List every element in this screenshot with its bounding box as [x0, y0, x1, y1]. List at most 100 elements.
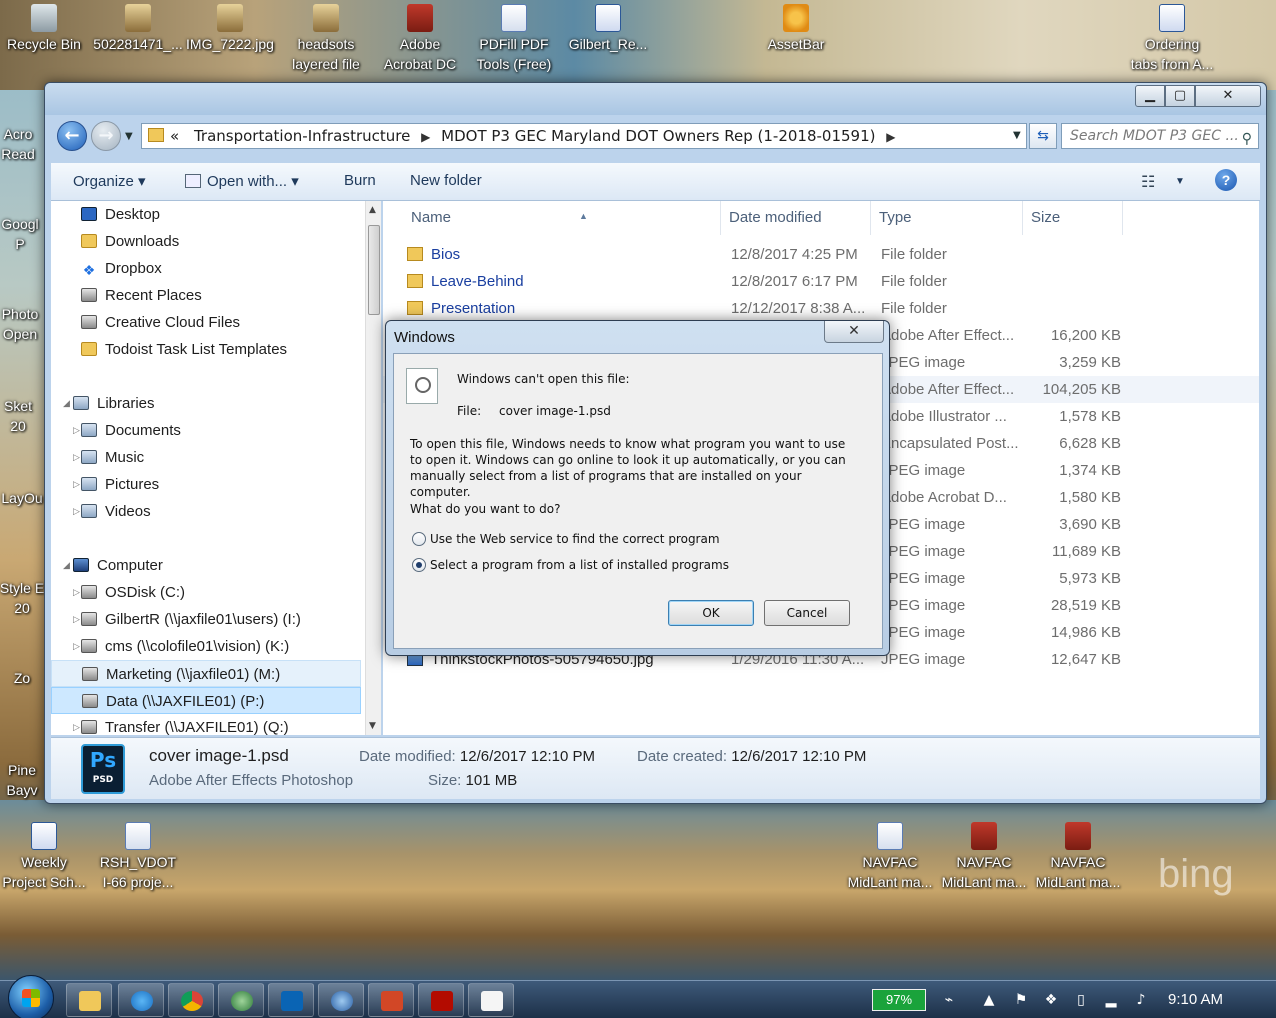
- nav-item-transfer[interactable]: Transfer (\\JAXFILE01) (Q:): [81, 714, 289, 735]
- expander-icon[interactable]: ▷: [73, 453, 80, 463]
- scroll-down-icon[interactable]: ▼: [369, 721, 376, 731]
- desktop-icon-acrobat[interactable]: Adobe Acrobat DC: [372, 4, 468, 74]
- nav-scrollbar[interactable]: ▲ ▼: [365, 201, 381, 735]
- nav-item-downloads[interactable]: Downloads: [81, 228, 179, 255]
- recent-pages-dropdown[interactable]: ▼: [125, 131, 133, 142]
- expander-icon[interactable]: ◢: [63, 561, 70, 571]
- back-button[interactable]: ←: [57, 121, 87, 151]
- desktop-icon-navfac-2[interactable]: NAVFAC MidLant ma...: [936, 822, 1032, 892]
- nav-item-documents[interactable]: Documents: [81, 417, 181, 444]
- nav-item-recent-places[interactable]: Recent Places: [81, 282, 202, 309]
- desktop-icon-navfac-3[interactable]: NAVFAC MidLant ma...: [1030, 822, 1126, 892]
- nav-item-music[interactable]: Music: [81, 444, 144, 471]
- taskbar-globe[interactable]: [218, 983, 264, 1017]
- option-web-service-radio[interactable]: [412, 532, 426, 546]
- expander-icon[interactable]: ▷: [73, 507, 80, 517]
- file-row[interactable]: Leave-Behind 12/8/2017 6:17 PM File folder: [383, 268, 1259, 295]
- column-header-name[interactable]: Name ▲: [403, 201, 721, 235]
- power-plug-icon[interactable]: ⌁: [940, 991, 958, 1009]
- help-button[interactable]: ?: [1215, 169, 1237, 191]
- scroll-thumb[interactable]: [368, 225, 380, 315]
- nav-item-videos[interactable]: Videos: [81, 498, 151, 525]
- desktop-icon-image-1[interactable]: 502281471_...: [90, 4, 186, 54]
- column-header-size[interactable]: Size: [1023, 201, 1123, 235]
- search-input[interactable]: Search MDOT P3 GEC ... ⚲: [1061, 123, 1259, 149]
- nav-item-computer[interactable]: Computer: [73, 552, 163, 579]
- address-input[interactable]: « Transportation-Infrastructure ▶ MDOT P…: [141, 123, 1027, 149]
- breadcrumb-overflow[interactable]: «: [170, 127, 179, 145]
- organize-button[interactable]: Organize ▾: [73, 172, 146, 190]
- ok-button[interactable]: OK: [668, 600, 754, 626]
- desktop-icon-navfac-1[interactable]: NAVFAC MidLant ma...: [842, 822, 938, 892]
- chevron-down-icon[interactable]: ▼: [1175, 176, 1185, 187]
- close-button[interactable]: ✕: [1195, 85, 1261, 107]
- nav-item-libraries[interactable]: Libraries: [73, 390, 155, 417]
- breadcrumb-transportation[interactable]: Transportation-Infrastructure: [184, 127, 410, 145]
- desktop-icon-rsh-vdot[interactable]: RSH_VDOT I-66 proje...: [90, 822, 186, 892]
- window-caption[interactable]: ▁ ▢ ✕: [45, 83, 1266, 115]
- nav-item-creative-cloud[interactable]: Creative Cloud Files: [81, 309, 240, 336]
- view-options-icon[interactable]: ☷: [1141, 172, 1155, 192]
- search-icon[interactable]: ⚲: [1242, 127, 1252, 151]
- cancel-button[interactable]: Cancel: [764, 600, 850, 626]
- nav-item-data[interactable]: Data (\\JAXFILE01) (P:): [51, 687, 361, 714]
- taskbar-explorer[interactable]: [66, 983, 112, 1017]
- device-icon[interactable]: ▯: [1072, 991, 1090, 1009]
- breadcrumb-separator-icon[interactable]: ▶: [880, 130, 901, 144]
- minimize-button[interactable]: ▁: [1135, 85, 1165, 107]
- nav-item-gilbertr[interactable]: GilbertR (\\jaxfile01\users) (I:): [81, 606, 301, 633]
- signal-strength-icon[interactable]: ▂: [1102, 991, 1120, 1009]
- desktop-icon-pdfill[interactable]: PDFill PDF Tools (Free): [466, 4, 562, 74]
- nav-item-todoist[interactable]: Todoist Task List Templates: [81, 336, 287, 363]
- scroll-up-icon[interactable]: ▲: [369, 205, 376, 215]
- desktop-icon-headsots[interactable]: headsots layered file: [278, 4, 374, 74]
- desktop-icon-assetbar[interactable]: AssetBar: [748, 4, 844, 54]
- dropbox-tray-icon[interactable]: ❖: [1042, 991, 1060, 1009]
- volume-icon[interactable]: ♪: [1132, 991, 1150, 1009]
- taskbar-notepad[interactable]: [468, 983, 514, 1017]
- new-folder-button[interactable]: New folder: [410, 172, 482, 189]
- breadcrumb-separator-icon[interactable]: ▶: [415, 130, 436, 144]
- clock[interactable]: 9:10 AM: [1168, 991, 1223, 1008]
- column-header-type[interactable]: Type: [871, 201, 1023, 235]
- option-installed-programs-label[interactable]: Select a program from a list of installe…: [430, 558, 729, 572]
- address-dropdown[interactable]: ▼: [1013, 123, 1027, 149]
- start-button[interactable]: [8, 975, 54, 1018]
- option-web-service-label[interactable]: Use the Web service to find the correct …: [430, 532, 720, 546]
- open-with-button[interactable]: Open with... ▾: [185, 172, 299, 190]
- taskbar-chrome[interactable]: [168, 983, 214, 1017]
- file-row[interactable]: Presentation 12/12/2017 8:38 A... File fol…: [383, 295, 1259, 322]
- taskbar-ie[interactable]: [118, 983, 164, 1017]
- taskbar-app[interactable]: [318, 983, 364, 1017]
- desktop-icon-recycle-bin[interactable]: Recycle Bin: [0, 4, 92, 54]
- expander-icon[interactable]: ▷: [73, 588, 80, 598]
- expander-icon[interactable]: ◢: [63, 399, 70, 409]
- nav-item-cms[interactable]: cms (\\colofile01\vision) (K:): [81, 633, 289, 660]
- show-hidden-icons-icon[interactable]: ▲: [980, 991, 998, 1009]
- expander-icon[interactable]: ▷: [73, 723, 80, 733]
- nav-item-desktop[interactable]: Desktop: [81, 201, 160, 228]
- taskbar-outlook[interactable]: [268, 983, 314, 1017]
- taskbar-acrobat[interactable]: [418, 983, 464, 1017]
- taskbar-powerpoint[interactable]: [368, 983, 414, 1017]
- column-header-date[interactable]: Date modified: [721, 201, 871, 235]
- desktop-icon-weekly-project[interactable]: Weekly Project Sch...: [0, 822, 92, 892]
- burn-button[interactable]: Burn: [344, 172, 376, 189]
- action-center-flag-icon[interactable]: ⚑: [1012, 991, 1030, 1009]
- forward-button[interactable]: →: [91, 121, 121, 151]
- option-installed-programs-radio[interactable]: [412, 558, 426, 572]
- expander-icon[interactable]: ▷: [73, 642, 80, 652]
- refresh-button[interactable]: ⇆: [1029, 123, 1057, 149]
- breadcrumb-mdot-p3[interactable]: MDOT P3 GEC Maryland DOT Owners Rep (1-2…: [441, 127, 875, 145]
- file-row[interactable]: Bios 12/8/2017 4:25 PM File folder: [383, 241, 1259, 268]
- dialog-close-button[interactable]: ✕: [824, 321, 884, 343]
- battery-indicator[interactable]: 97%: [872, 989, 926, 1011]
- expander-icon[interactable]: ▷: [73, 426, 80, 436]
- maximize-button[interactable]: ▢: [1165, 85, 1195, 107]
- expander-icon[interactable]: ▷: [73, 480, 80, 490]
- nav-item-dropbox[interactable]: ❖ Dropbox: [81, 255, 162, 282]
- nav-item-marketing[interactable]: Marketing (\\jaxfile01) (M:): [51, 660, 361, 687]
- desktop-icon-img-7222[interactable]: IMG_7222.jpg: [182, 4, 278, 54]
- desktop-icon-gilbert[interactable]: Gilbert_Re...: [560, 4, 656, 54]
- nav-item-pictures[interactable]: Pictures: [81, 471, 159, 498]
